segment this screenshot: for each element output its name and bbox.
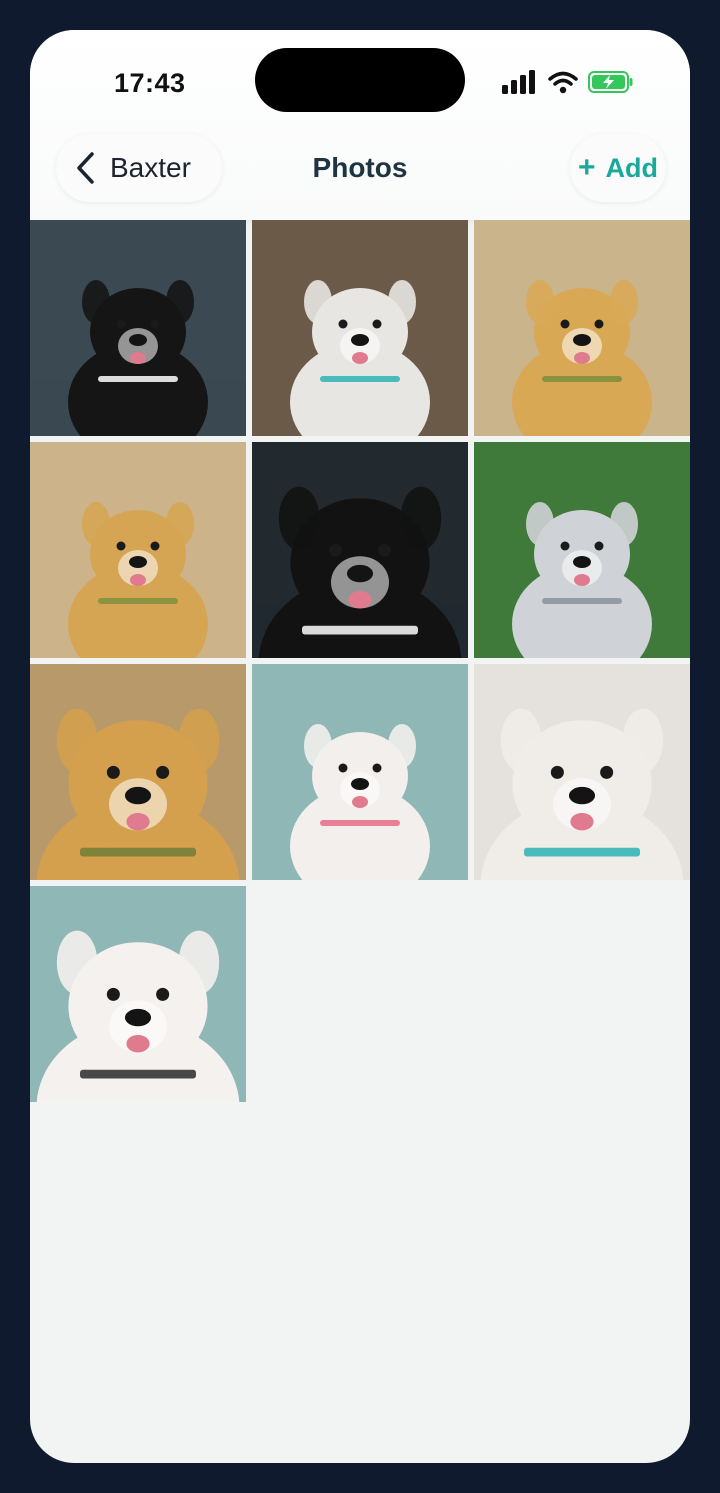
dog-photo — [30, 664, 246, 880]
status-time: 17:43 — [114, 68, 186, 98]
photo-tile-border-collie[interactable] — [30, 220, 246, 436]
photo-tile-husky[interactable] — [474, 442, 690, 658]
photo-tile-golden-retriever-closeup[interactable] — [30, 664, 246, 880]
photo-tile-border-collie-closeup[interactable] — [252, 442, 468, 658]
battery-charging-icon — [588, 71, 633, 93]
dog-photo — [252, 220, 468, 436]
photo-tile-golden-retriever[interactable] — [30, 442, 246, 658]
plus-icon: + — [578, 151, 596, 184]
dog-photo — [30, 442, 246, 658]
dog-photo — [474, 220, 690, 436]
status-icons — [502, 70, 642, 96]
dog-photo — [30, 886, 246, 1102]
photo-tile-bulldog-closeup[interactable] — [30, 886, 246, 1102]
photo-tile-golden-retriever[interactable] — [474, 220, 690, 436]
dog-photo — [474, 442, 690, 658]
add-photo-button[interactable]: + Add — [570, 134, 666, 202]
signal-icon — [502, 70, 535, 94]
wifi-icon — [548, 71, 578, 94]
add-button-label: Add — [605, 152, 659, 183]
photo-tile-aussie-puppy[interactable] — [252, 220, 468, 436]
dog-photo — [252, 442, 468, 658]
phone-frame: 17:43 Baxter Photos + Add — [0, 0, 720, 1493]
dog-photo — [474, 664, 690, 880]
top-bar: 17:43 Baxter Photos + Add — [30, 30, 690, 220]
dog-photo — [252, 664, 468, 880]
screen: 17:43 Baxter Photos + Add — [30, 30, 690, 1463]
dog-photo — [30, 220, 246, 436]
photo-tile-bulldog[interactable] — [252, 664, 468, 880]
dynamic-island — [255, 48, 465, 112]
photo-tile-aussie-closeup[interactable] — [474, 664, 690, 880]
